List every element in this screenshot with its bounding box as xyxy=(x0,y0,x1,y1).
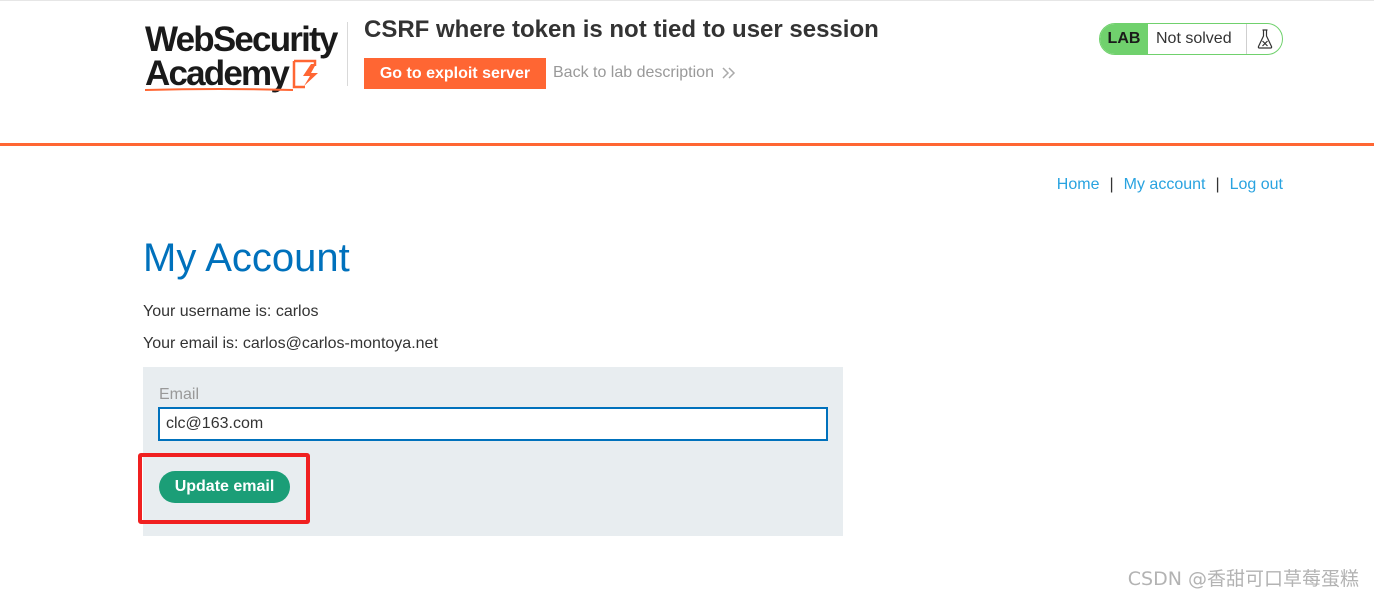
nav-log-out-link[interactable]: Log out xyxy=(1230,176,1283,194)
back-link-label: Back to lab description xyxy=(553,64,714,81)
go-to-exploit-server-button[interactable]: Go to exploit server xyxy=(364,58,546,89)
lab-status-text: Not solved xyxy=(1156,30,1232,47)
username-info: Your username is: carlos xyxy=(143,303,319,320)
logo-underline xyxy=(145,88,293,91)
lab-status-icon-container xyxy=(1246,24,1282,54)
email-input[interactable] xyxy=(158,407,828,441)
nav-separator: | xyxy=(1109,176,1114,193)
web-security-academy-logo[interactable]: WebSecurity Academy xyxy=(145,22,345,94)
nav-home-link[interactable]: Home xyxy=(1057,176,1100,194)
nav-separator: | xyxy=(1215,176,1220,193)
flask-icon xyxy=(1257,29,1272,49)
csdn-watermark: CSDN @香甜可口草莓蛋糕 xyxy=(1127,568,1359,590)
update-email-button[interactable]: Update email xyxy=(159,471,290,503)
back-to-lab-description-link[interactable]: Back to lab description xyxy=(553,64,736,82)
lab-status-widget: LAB Not solved xyxy=(1099,23,1283,55)
page-title: My Account xyxy=(143,236,350,280)
double-chevron-right-icon xyxy=(722,67,736,79)
header-divider xyxy=(347,22,348,86)
lab-title: CSRF where token is not tied to user ses… xyxy=(364,16,879,43)
header-accent-line xyxy=(0,143,1374,146)
email-label: Email xyxy=(159,386,200,403)
lab-badge: LAB xyxy=(1100,24,1148,54)
email-info: Your email is: carlos@carlos-montoya.net xyxy=(143,335,438,352)
site-header: WebSecurity Academy CSRF where token is … xyxy=(0,0,1374,146)
lightning-bolt-icon xyxy=(292,59,318,89)
top-nav: Home | My account | Log out xyxy=(1057,176,1283,194)
logo-text-line2: Academy xyxy=(145,54,290,93)
change-email-form: Email Update email xyxy=(138,367,843,536)
nav-my-account-link[interactable]: My account xyxy=(1124,176,1206,194)
logo-text-line1: WebSecurity xyxy=(145,20,338,59)
